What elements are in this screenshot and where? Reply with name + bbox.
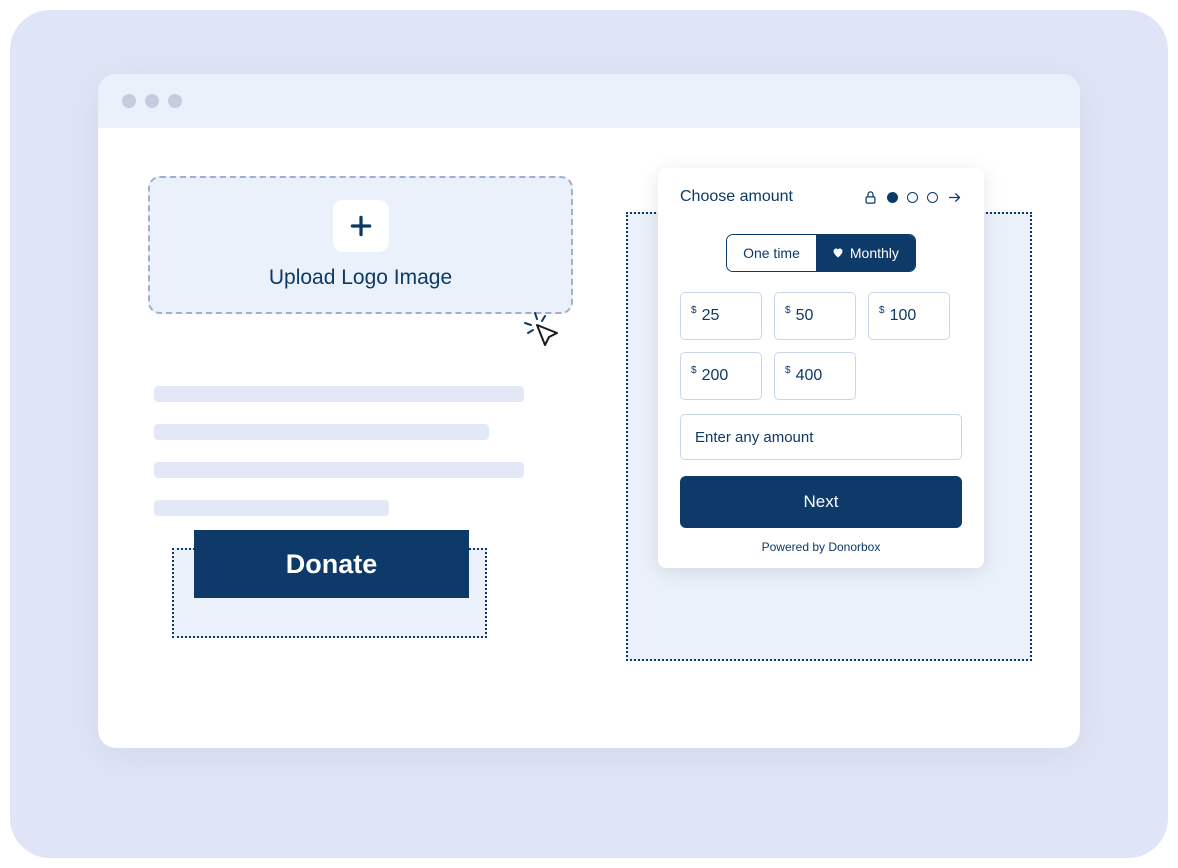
placeholder-line — [154, 424, 489, 440]
currency-symbol: $ — [691, 365, 697, 376]
amount-option[interactable]: $ 100 — [868, 292, 950, 340]
browser-window: Upload Logo Image Donate Choose amount — [98, 74, 1080, 748]
frequency-monthly-label: Monthly — [850, 245, 899, 261]
placeholder-text-lines — [154, 386, 534, 538]
amount-value: 200 — [702, 367, 729, 385]
currency-symbol: $ — [785, 365, 791, 376]
next-button-label: Next — [804, 492, 839, 512]
widget-title: Choose amount — [680, 188, 793, 206]
custom-amount-input[interactable]: Enter any amount — [680, 414, 962, 460]
plus-icon — [348, 213, 374, 239]
donation-widget: Choose amount One t — [658, 168, 984, 568]
browser-titlebar — [98, 74, 1080, 128]
page-content: Upload Logo Image Donate Choose amount — [98, 128, 1080, 748]
custom-amount-placeholder: Enter any amount — [695, 429, 813, 446]
amount-value: 25 — [702, 307, 720, 325]
currency-symbol: $ — [879, 305, 885, 316]
amount-value: 50 — [796, 307, 814, 325]
upload-label: Upload Logo Image — [269, 266, 452, 290]
frequency-toggle: One time Monthly — [726, 234, 916, 272]
traffic-light-dot — [122, 94, 136, 108]
step-indicator — [927, 192, 938, 203]
upload-logo-dropzone[interactable]: Upload Logo Image — [148, 176, 573, 314]
cursor-click-icon — [522, 310, 564, 352]
heart-icon — [832, 247, 844, 259]
amount-option[interactable]: $ 400 — [774, 352, 856, 400]
placeholder-line — [154, 500, 389, 516]
widget-header: Choose amount — [658, 168, 984, 220]
amount-option[interactable]: $ 25 — [680, 292, 762, 340]
powered-by-text: Powered by Donorbox — [658, 540, 984, 554]
amount-value: 400 — [796, 367, 823, 385]
frequency-one-time-label: One time — [743, 245, 800, 261]
step-indicator — [907, 192, 918, 203]
next-button[interactable]: Next — [680, 476, 962, 528]
currency-symbol: $ — [691, 305, 697, 316]
step-indicator-active — [887, 192, 898, 203]
frequency-one-time-button[interactable]: One time — [727, 235, 816, 271]
placeholder-line — [154, 386, 524, 402]
donate-button-dropzone[interactable]: Donate — [172, 548, 487, 638]
widget-header-icons — [863, 190, 962, 205]
currency-symbol: $ — [785, 305, 791, 316]
traffic-light-dot — [168, 94, 182, 108]
placeholder-line — [154, 462, 524, 478]
lock-icon — [863, 190, 878, 205]
amount-value: 100 — [890, 307, 917, 325]
traffic-light-dot — [145, 94, 159, 108]
amount-options: $ 25 $ 50 $ 100 $ 200 $ 400 — [658, 272, 984, 400]
amount-option[interactable]: $ 200 — [680, 352, 762, 400]
plus-icon-tile — [333, 200, 389, 252]
amount-option[interactable]: $ 50 — [774, 292, 856, 340]
arrow-right-icon — [947, 190, 962, 205]
frequency-monthly-button[interactable]: Monthly — [816, 235, 915, 271]
donate-button[interactable]: Donate — [194, 530, 469, 598]
